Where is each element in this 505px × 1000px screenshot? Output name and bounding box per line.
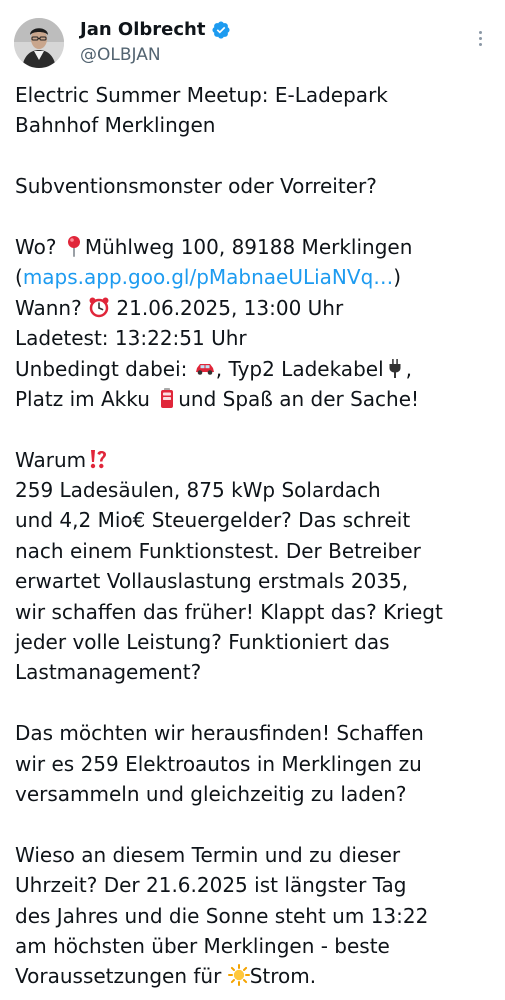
goal-text-line: Das möchten wir herausfinden! Schaffen: [15, 721, 424, 746]
map-link[interactable]: maps.app.goo.gl/pMabnaeULiaNVq…: [23, 265, 393, 289]
car-icon: [194, 357, 216, 379]
sun-icon: [227, 964, 250, 987]
reason-text-line: Wieso an diesem Termin und zu dieser: [15, 842, 401, 867]
when-value: 21.06.2025, 13:00 Uhr: [110, 295, 344, 320]
reason-last-suffix: Strom.: [249, 964, 317, 989]
link-open-paren: (: [15, 265, 23, 290]
exclamation-question-mark-icon: [86, 448, 108, 470]
reason-last-line: Voraussetzungen für Strom.: [15, 961, 495, 991]
when-line: Wann? 21.06.2025, 13:00 Uhr: [15, 293, 495, 323]
why-text-line: nach einem Funktionstest. Der Betreiber: [15, 538, 421, 563]
more-options-icon[interactable]: [470, 26, 490, 50]
bring-line: Unbedingt dabei: , Typ2 Ladekabel,: [15, 354, 495, 384]
round-pushpin-icon: [63, 235, 85, 257]
where-value: Mühlweg 100, 89188 Merklingen: [84, 234, 413, 259]
bring-cable: , Typ2 Ladekabel: [215, 356, 384, 381]
bring-fun: und Spaß an der Sache!: [178, 386, 420, 411]
goal-text-line: wir es 259 Elektroautos in Merklingen zu: [15, 751, 422, 776]
map-link-line: (maps.app.goo.gl/pMabnaeULiaNVq…): [15, 262, 495, 292]
reason-text-line: Uhrzeit? Der 21.6.2025 ist längster Tag: [15, 873, 407, 898]
battery-icon: [156, 387, 178, 409]
link-close-paren: ): [393, 265, 402, 290]
why-text-line: 259 Ladesäulen, 875 kWp Solardach: [15, 478, 381, 503]
ladetest-line: Ladetest: 13:22:51 Uhr: [15, 326, 247, 351]
goal-text-line: versammeln und gleichzeitig zu laden?: [15, 781, 407, 806]
when-label: Wann?: [15, 295, 89, 320]
tweet-question: Subventionsmonster oder Vorreiter?: [15, 174, 377, 199]
where-label: Wo?: [15, 234, 63, 259]
why-text-line: wir schaffen das früher! Klappt das? Kri…: [15, 599, 443, 624]
why-text-line: erwartet Vollauslastung erstmals 2035,: [15, 569, 409, 594]
tweet-title-line: Bahnhof Merklingen: [15, 113, 216, 138]
author-handle[interactable]: @OLBJAN: [80, 44, 161, 66]
tweet-text: Electric Summer Meetup: E-Ladepark Bahnh…: [15, 80, 495, 992]
why-line: Warum: [15, 445, 495, 475]
reason-last-prefix: Voraussetzungen für: [15, 964, 228, 989]
verified-badge-icon: [211, 20, 231, 40]
reason-text-line: am höchsten über Merklingen - beste: [15, 933, 390, 958]
why-text-line: jeder volle Leistung? Funktioniert das: [15, 630, 390, 655]
bring-label: Unbedingt dabei:: [15, 356, 194, 381]
why-text-line: und 4,2 Mio€ Steuergelder? Das schreit: [15, 508, 411, 533]
electric-plug-icon: [384, 357, 406, 379]
tweet-header: Jan Olbrecht @OLBJAN: [14, 14, 494, 68]
bring-line-2: Platz im Akku und Spaß an der Sache!: [15, 384, 495, 414]
bring-comma: ,: [405, 356, 412, 381]
where-line: Wo? Mühlweg 100, 89188 Merklingen: [15, 232, 495, 262]
reason-text-line: des Jahres und die Sonne steht um 13:22: [15, 903, 429, 928]
avatar[interactable]: [14, 18, 64, 68]
alarm-clock-icon: [88, 296, 110, 318]
author-display-name[interactable]: Jan Olbrecht: [80, 18, 205, 42]
bring-space: Platz im Akku: [15, 386, 157, 411]
why-text-line: Lastmanagement?: [15, 660, 202, 685]
why-label: Warum: [15, 447, 87, 472]
tweet-title-line: Electric Summer Meetup: E-Ladepark: [15, 83, 388, 107]
